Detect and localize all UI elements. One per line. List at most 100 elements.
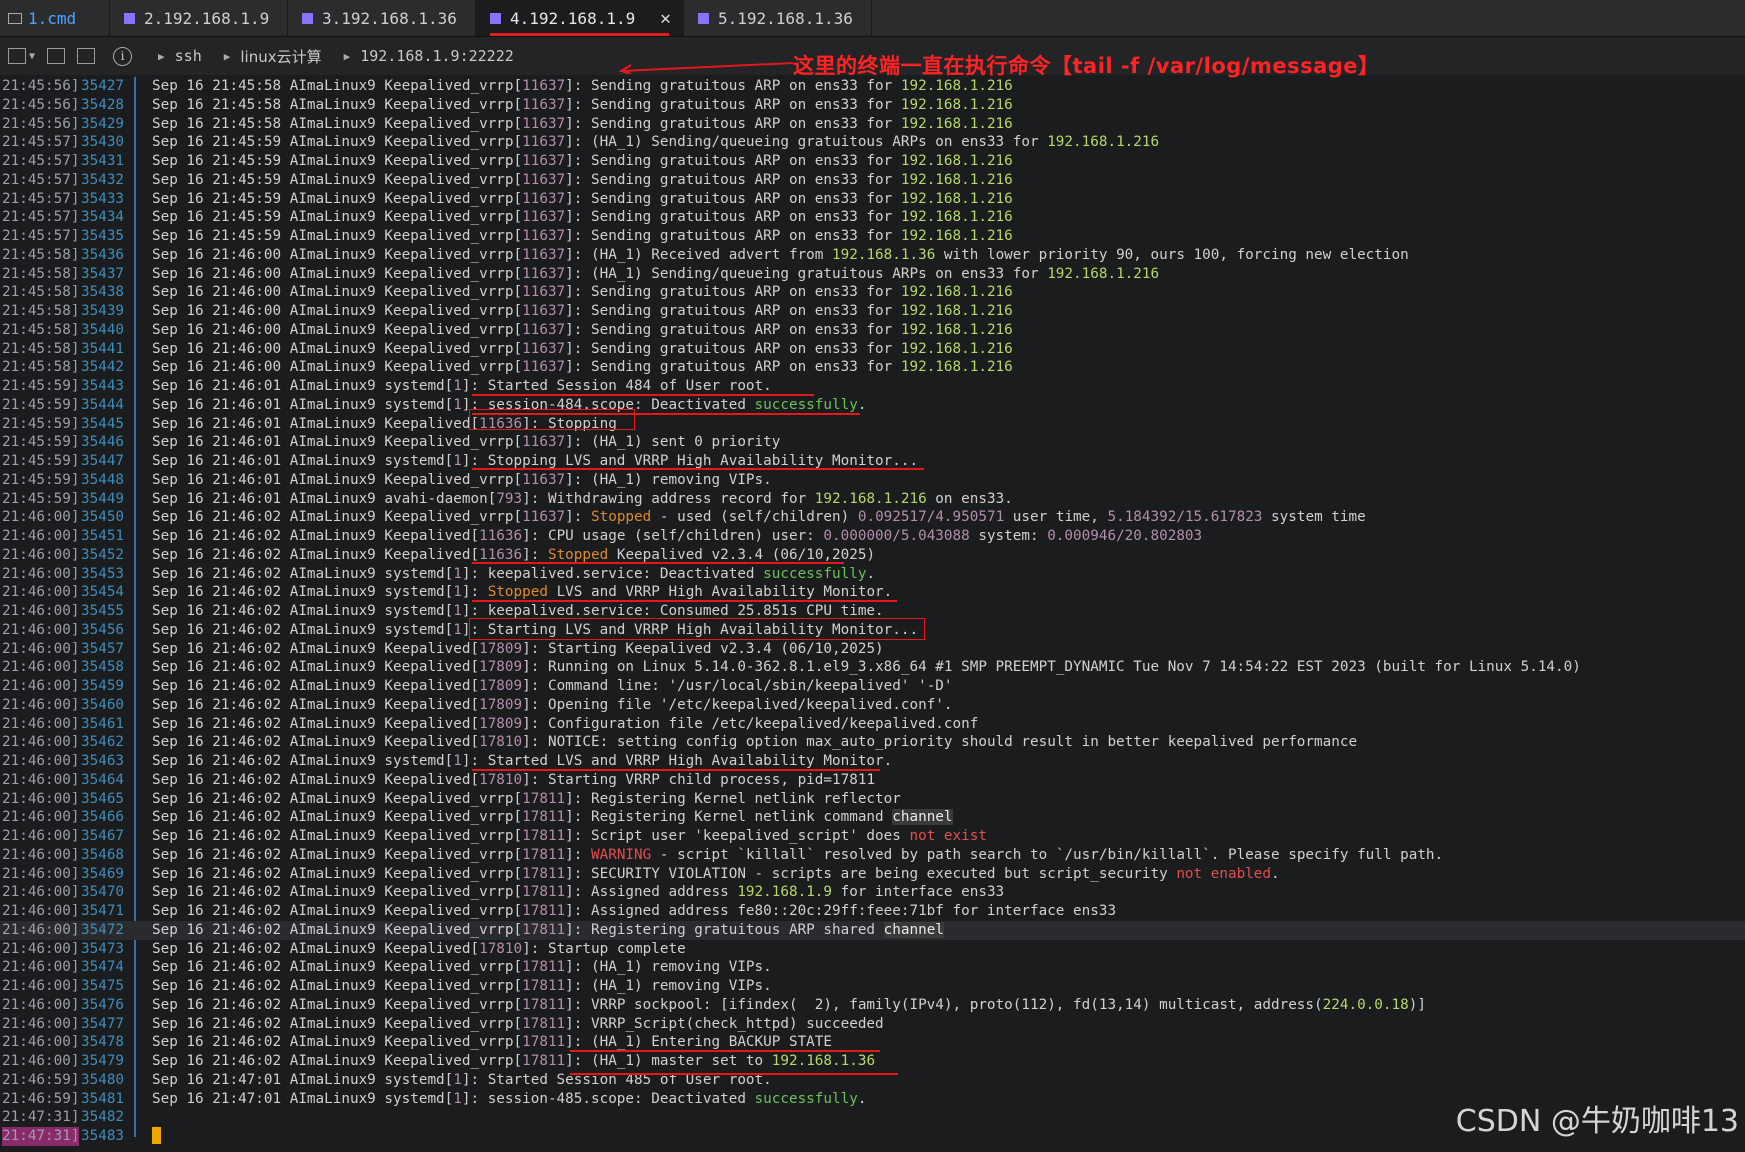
log-timestamp: 21:45:59] — [2, 453, 80, 469]
log-text: Sep 16 21:46:01 AImaLinux9 Keepalived[11… — [152, 415, 617, 432]
session-icon — [490, 12, 501, 24]
tab-session-4[interactable]: 4.192.168.1.9 ✕ — [476, 0, 684, 36]
log-timestamp: 21:45:58] — [2, 359, 80, 376]
log-timestamp: 21:45:58] — [2, 284, 80, 301]
log-text: Sep 16 21:45:58 AImaLinux9 Keepalived_vr… — [152, 115, 1013, 132]
log-line: 21:45:58] 35437 Sep 16 21:46:00 AImaLinux9… — [0, 265, 1745, 284]
log-text: Sep 16 21:46:00 AImaLinux9 Keepalived_vr… — [152, 265, 1160, 282]
log-line: 21:46:00] 35463 Sep 16 21:46:02 AImaLinux9… — [0, 752, 1745, 771]
breadcrumb-group[interactable]: linux云计算 — [240, 46, 321, 67]
tab-session-3[interactable]: 3.192.168.1.36 — [288, 0, 476, 36]
log-line-number: 35474 — [81, 959, 125, 976]
log-line-number: 35428 — [81, 96, 125, 113]
info-icon[interactable]: i — [113, 46, 133, 66]
log-line-number: 35456 — [81, 621, 125, 638]
log-line-number: 35435 — [81, 228, 125, 244]
log-timestamp: 21:46:00] — [2, 753, 80, 769]
log-text: Sep 16 21:46:00 AImaLinux9 Keepalived_vr… — [152, 246, 1409, 263]
breadcrumb-host[interactable]: 192.168.1.9:22222 — [360, 47, 514, 65]
log-line-number: 35455 — [81, 603, 125, 619]
log-line-number: 35442 — [81, 359, 125, 376]
duplicate-icon[interactable] — [77, 48, 96, 64]
log-text: Sep 16 21:46:02 AImaLinux9 Keepalived_vr… — [152, 509, 1366, 526]
log-text: Sep 16 21:45:58 AImaLinux9 Keepalived_vr… — [152, 96, 1013, 113]
log-text: Sep 16 21:46:00 AImaLinux9 Keepalived_vr… — [152, 359, 1013, 376]
log-text: Sep 16 21:46:00 AImaLinux9 Keepalived_vr… — [152, 340, 1013, 357]
log-line-number: 35440 — [81, 321, 125, 338]
log-line: 21:46:59] 35480 Sep 16 21:47:01 AImaLinux9… — [0, 1071, 1745, 1090]
log-line-number: 35451 — [81, 528, 125, 544]
new-session-icon[interactable] — [8, 48, 26, 64]
terminal-output[interactable]: 21:45:56] 35427 Sep 16 21:45:58 AImaLinux9… — [0, 77, 1745, 1146]
log-timestamp: 21:47:31] — [2, 1109, 80, 1126]
log-timestamp: 21:46:00] — [2, 884, 80, 901]
log-timestamp: 21:45:59] — [2, 490, 80, 507]
log-line-number: 35438 — [81, 284, 125, 301]
tab-cmd[interactable]: 1.cmd — [0, 0, 110, 36]
log-line: 21:45:58] 35440 Sep 16 21:46:00 AImaLinux9… — [0, 321, 1745, 340]
chevron-down-icon[interactable]: ▼ — [29, 51, 35, 62]
tab-session-2[interactable]: 2.192.168.1.9 — [110, 0, 288, 36]
log-text: Sep 16 21:46:02 AImaLinux9 Keepalived_vr… — [152, 959, 772, 976]
log-line-number: 35475 — [81, 978, 125, 994]
log-text: Sep 16 21:46:02 AImaLinux9 systemd[1]: S… — [152, 584, 893, 601]
close-icon[interactable]: ✕ — [660, 8, 671, 29]
log-text: Sep 16 21:46:02 AImaLinux9 Keepalived_vr… — [152, 1034, 833, 1051]
tab-session-5[interactable]: 5.192.168.1.36 — [684, 0, 872, 36]
log-text: Sep 16 21:46:02 AImaLinux9 Keepalived[17… — [152, 659, 1581, 676]
log-line: 21:46:00] 35467 Sep 16 21:46:02 AImaLinux9… — [0, 827, 1745, 846]
log-text: Sep 16 21:46:02 AImaLinux9 Keepalived_vr… — [152, 996, 1426, 1013]
log-text: Sep 16 21:46:02 AImaLinux9 Keepalived[17… — [152, 771, 876, 788]
log-line-number: 35478 — [81, 1034, 125, 1051]
log-line-number: 35473 — [81, 940, 125, 957]
log-text: Sep 16 21:46:02 AImaLinux9 Keepalived_vr… — [152, 978, 772, 994]
log-line: 21:46:00] 35452 Sep 16 21:46:02 AImaLinux9… — [0, 546, 1745, 565]
tab-label: 1.cmd — [28, 8, 77, 28]
log-text: Sep 16 21:46:01 AImaLinux9 Keepalived_vr… — [152, 434, 781, 451]
log-text: Sep 16 21:46:02 AImaLinux9 Keepalived_vr… — [152, 846, 1444, 863]
log-text: Sep 16 21:46:01 AImaLinux9 systemd[1]: S… — [152, 453, 919, 469]
log-text: Sep 16 21:45:59 AImaLinux9 Keepalived_vr… — [152, 209, 1013, 226]
log-line: 21:45:57] 35430 Sep 16 21:45:59 AImaLinux9… — [0, 133, 1745, 152]
log-timestamp: 21:45:58] — [2, 246, 80, 263]
log-timestamp: 21:46:00] — [2, 584, 80, 601]
log-text: Sep 16 21:46:02 AImaLinux9 Keepalived_vr… — [152, 865, 1280, 882]
log-line: 21:45:58] 35438 Sep 16 21:46:00 AImaLinux9… — [0, 283, 1745, 302]
session-icon — [698, 12, 709, 24]
log-line-number: 35443 — [81, 378, 125, 394]
log-text: Sep 16 21:46:02 AImaLinux9 systemd[1]: k… — [152, 603, 884, 619]
log-line-number: 35427 — [81, 78, 125, 94]
log-line-number: 35466 — [81, 809, 125, 826]
log-line-number: 35450 — [81, 509, 125, 526]
tab-bar: 1.cmd 2.192.168.1.9 3.192.168.1.36 4.192… — [0, 0, 1745, 37]
log-timestamp: 21:46:00] — [2, 640, 80, 657]
annotation-arrow — [618, 62, 794, 74]
log-line: 21:46:00] 35462 Sep 16 21:46:02 AImaLinux9… — [0, 733, 1745, 752]
log-line-number: 35458 — [81, 659, 125, 676]
log-timestamp: 21:46:00] — [2, 790, 80, 807]
breadcrumb-protocol[interactable]: ssh — [175, 47, 202, 65]
log-timestamp: 21:45:56] — [2, 96, 80, 113]
log-line: 21:46:00] 35466 Sep 16 21:46:02 AImaLinux9… — [0, 808, 1745, 827]
log-line-number: 35461 — [81, 715, 125, 732]
log-line-number: 35460 — [81, 696, 125, 713]
terminal-cursor — [152, 1127, 161, 1144]
log-line-number: 35436 — [81, 246, 125, 263]
log-line-number: 35457 — [81, 640, 125, 657]
log-timestamp: 21:46:00] — [2, 696, 80, 713]
log-line-number: 35465 — [81, 790, 125, 807]
log-text: Sep 16 21:46:02 AImaLinux9 Keepalived[17… — [152, 715, 979, 732]
log-timestamp: 21:46:00] — [2, 603, 80, 619]
open-folder-icon[interactable] — [47, 48, 66, 64]
log-text: Sep 16 21:45:59 AImaLinux9 Keepalived_vr… — [152, 171, 1013, 188]
log-timestamp: 21:45:58] — [2, 340, 80, 357]
log-text: Sep 16 21:46:02 AImaLinux9 Keepalived_vr… — [152, 809, 953, 826]
log-text: Sep 16 21:46:00 AImaLinux9 Keepalived_vr… — [152, 321, 1013, 338]
chevron-right-icon: ▶ — [158, 49, 165, 63]
chevron-right-icon: ▶ — [343, 49, 351, 63]
log-line-number: 35467 — [81, 828, 125, 844]
log-timestamp: 21:46:00] — [2, 1053, 80, 1069]
log-timestamp: 21:46:00] — [2, 621, 80, 638]
log-line-number: 35447 — [81, 453, 125, 469]
log-line-number: 35445 — [81, 415, 125, 432]
